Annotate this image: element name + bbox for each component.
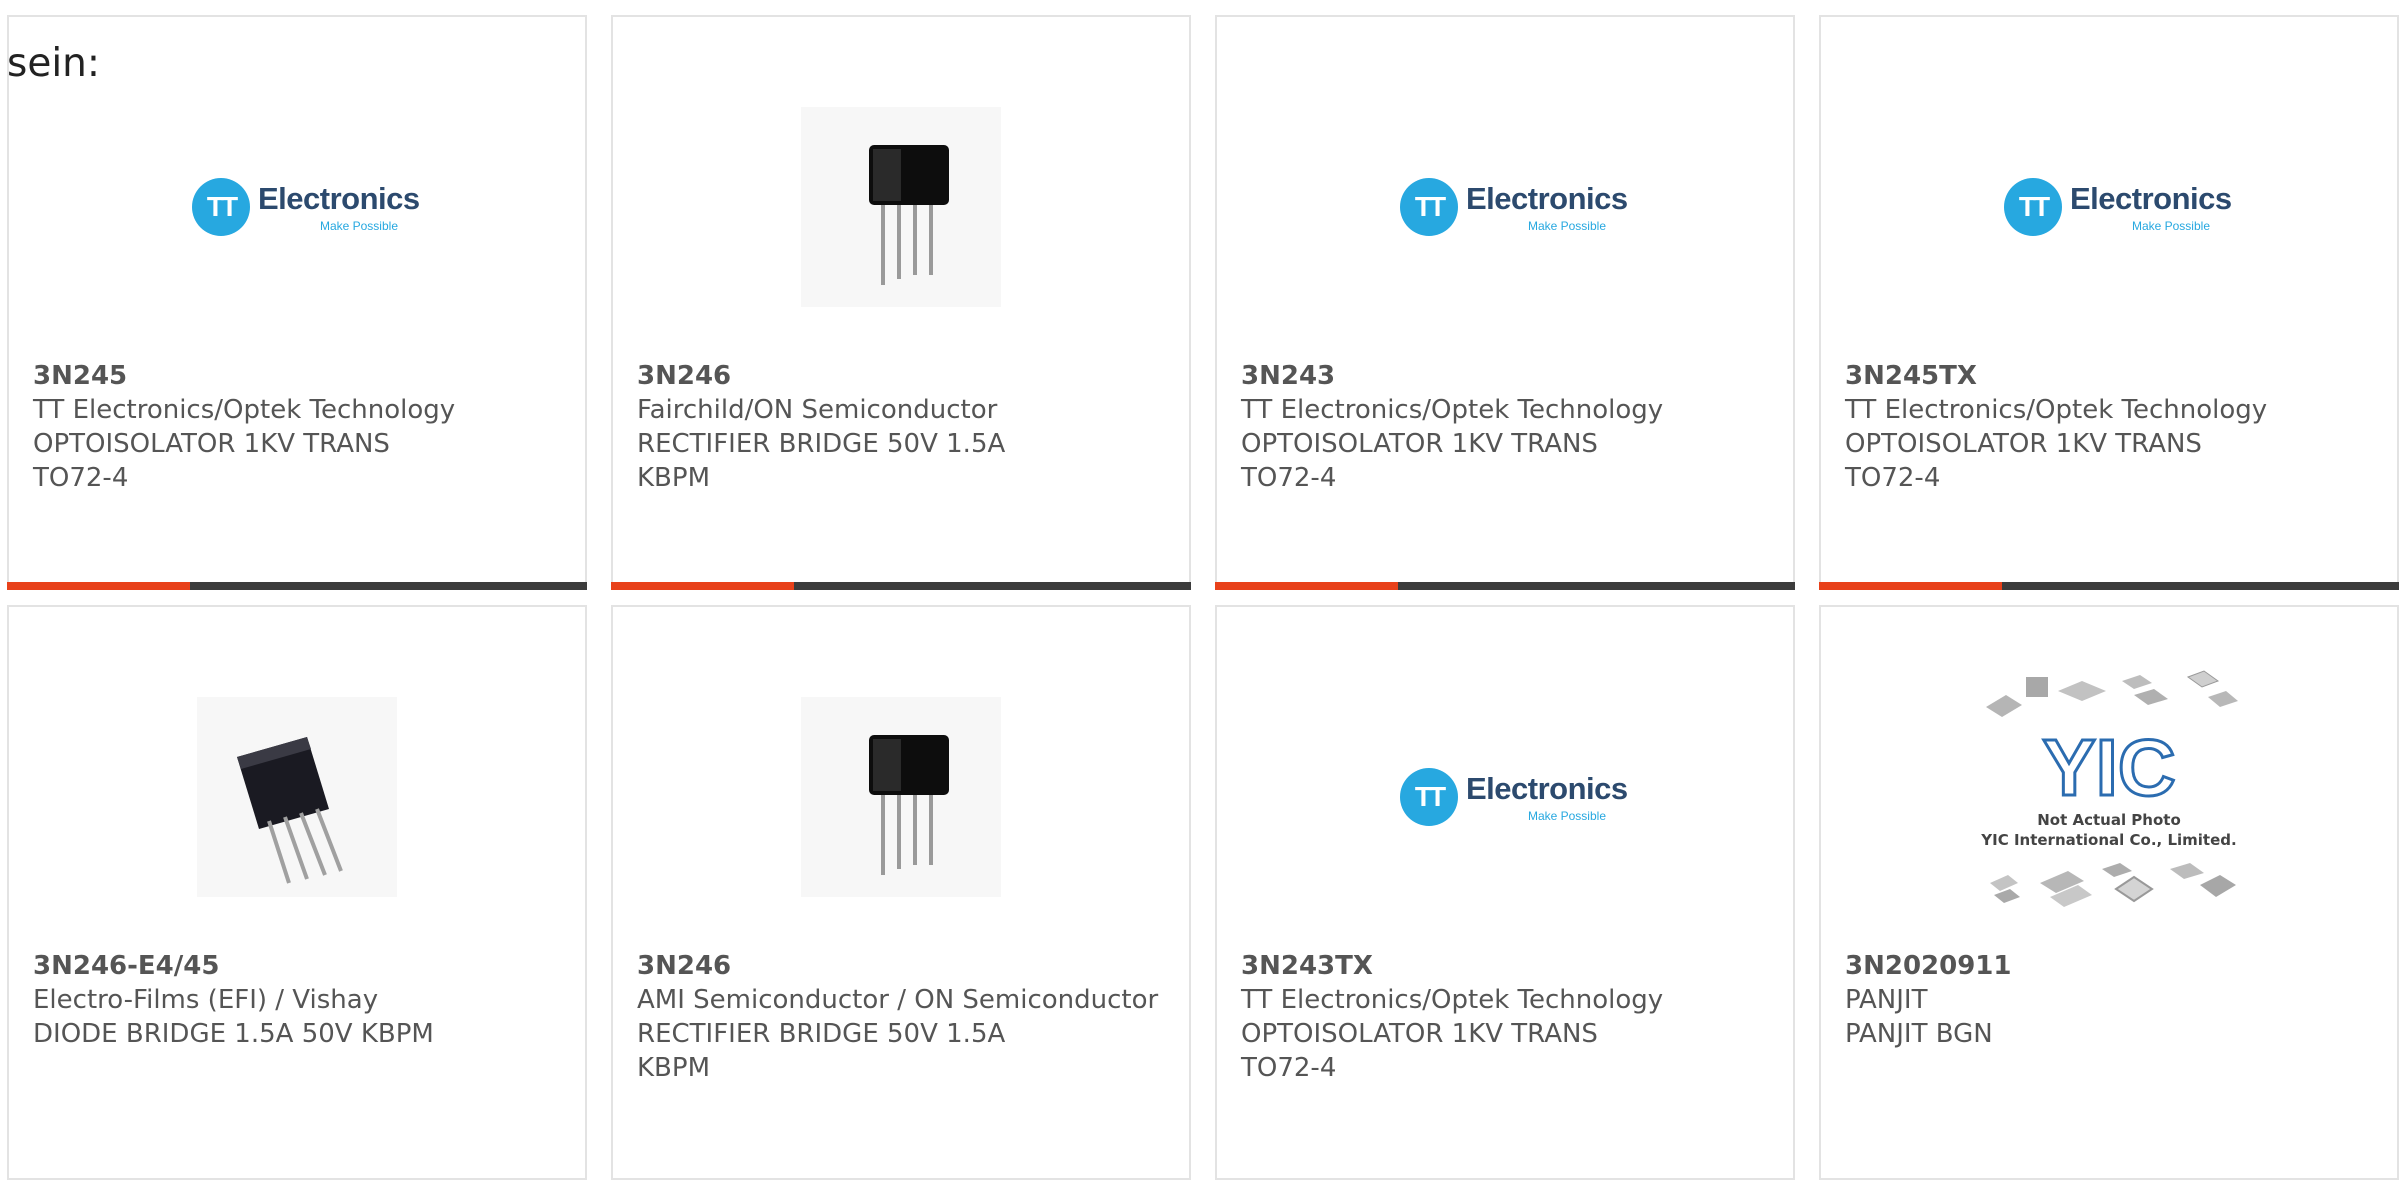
product-info: 3N243 TT Electronics/Optek Technology OP… — [1241, 359, 1769, 495]
manufacturer: TT Electronics/Optek Technology — [1241, 395, 1664, 425]
tt-logo-tagline: Make Possible — [319, 219, 398, 233]
tt-logo-tagline: Make Possible — [1527, 219, 1606, 233]
manufacturer: TT Electronics/Optek Technology — [1845, 395, 2268, 425]
description-line: RECTIFIER BRIDGE 50V 1.5A — [637, 429, 1006, 459]
description-line: DIODE BRIDGE 1.5A 50V KBPM — [33, 1019, 434, 1049]
diode-bridge-icon — [237, 737, 343, 884]
product-card[interactable]: TT Electronics Make Possible 3N245 TT El… — [7, 15, 587, 590]
card-accent-bar — [1819, 582, 2399, 590]
product-card[interactable]: 3N246 Fairchild/ON Semiconductor RECTIFI… — [611, 15, 1191, 590]
tt-logo-word: Electronics — [2070, 181, 2232, 216]
tt-logo-circle: TT — [192, 178, 250, 236]
product-image[interactable] — [613, 77, 1189, 337]
product-image[interactable] — [613, 667, 1189, 927]
tt-logo-word: Electronics — [1466, 771, 1628, 806]
tt-logo-tagline: Make Possible — [2131, 219, 2210, 233]
manufacturer: PANJIT — [1845, 985, 1928, 1015]
product-info: 3N246-E4/45 Electro-Films (EFI) / Vishay… — [33, 949, 561, 1051]
description-line: PANJIT BGN — [1845, 1019, 1993, 1049]
manufacturer: Fairchild/ON Semiconductor — [637, 395, 998, 425]
product-info: 3N243TX TT Electronics/Optek Technology … — [1241, 949, 1769, 1085]
card-accent-fill — [1215, 582, 1398, 590]
product-info: 3N246 Fairchild/ON Semiconductor RECTIFI… — [637, 359, 1165, 495]
part-number[interactable]: 3N243TX — [1241, 949, 1769, 983]
tt-electronics-logo: TT Electronics Make Possible — [192, 175, 420, 239]
product-info: 3N246 AMI Semiconductor / ON Semiconduct… — [637, 949, 1165, 1085]
product-card[interactable]: 3N246 AMI Semiconductor / ON Semiconduct… — [611, 605, 1191, 1180]
tt-electronics-logo: TT Electronics Make Possible — [1400, 765, 1628, 829]
tt-electronics-logo: TT Electronics Make Possible — [2004, 175, 2232, 239]
description-line: OPTOISOLATOR 1KV TRANS — [1845, 429, 2202, 459]
description-line: TO72-4 — [1845, 463, 1941, 493]
tt-logo-circle: TT — [1400, 178, 1458, 236]
tt-logo-word: Electronics — [1466, 181, 1628, 216]
description-line: TO72-4 — [1241, 463, 1337, 493]
yic-mark: YIC — [2042, 723, 2175, 812]
yic-line2: YIC International Co., Limited. — [1980, 831, 2236, 849]
description-line: KBPM — [637, 463, 710, 493]
card-accent-bar — [7, 582, 587, 590]
tt-logo-circle: TT — [2004, 178, 2062, 236]
part-number[interactable]: 3N246 — [637, 949, 1165, 983]
part-number[interactable]: 3N245TX — [1845, 359, 2373, 393]
product-card[interactable]: TT Electronics Make Possible 3N243 TT El… — [1215, 15, 1795, 590]
yic-not-actual-photo: YIC Not Actual Photo YIC International C… — [1974, 667, 2244, 927]
yic-line1: Not Actual Photo — [2037, 811, 2181, 829]
card-accent-bar — [611, 582, 1191, 590]
description-line: TO72-4 — [1241, 1053, 1337, 1083]
description-line: TO72-4 — [33, 463, 129, 493]
rectifier-bridge-icon — [869, 735, 949, 875]
part-number[interactable]: 3N243 — [1241, 359, 1769, 393]
part-number[interactable]: 3N246 — [637, 359, 1165, 393]
description-line: OPTOISOLATOR 1KV TRANS — [33, 429, 390, 459]
rectifier-bridge-photo — [801, 697, 1001, 897]
diode-bridge-photo — [197, 697, 397, 897]
tt-logo-word: Electronics — [258, 181, 420, 216]
manufacturer: AMI Semiconductor / ON Semiconductor — [637, 985, 1159, 1015]
product-info: 3N245TX TT Electronics/Optek Technology … — [1845, 359, 2373, 495]
part-number[interactable]: 3N246-E4/45 — [33, 949, 561, 983]
manufacturer: TT Electronics/Optek Technology — [1241, 985, 1664, 1015]
rectifier-bridge-photo — [801, 107, 1001, 307]
intro-text: sein: — [7, 41, 101, 86]
product-grid: TT Electronics Make Possible 3N245 TT El… — [7, 15, 2400, 1180]
product-card[interactable]: TT Electronics Make Possible 3N243TX TT … — [1215, 605, 1795, 1180]
manufacturer: Electro-Films (EFI) / Vishay — [33, 985, 379, 1015]
product-image[interactable]: TT Electronics Make Possible — [1821, 77, 2397, 337]
part-number[interactable]: 3N2020911 — [1845, 949, 2373, 983]
product-card[interactable]: 3N246-E4/45 Electro-Films (EFI) / Vishay… — [7, 605, 587, 1180]
product-card[interactable]: YIC Not Actual Photo YIC International C… — [1819, 605, 2399, 1180]
product-image[interactable] — [9, 667, 585, 927]
tt-electronics-logo: TT Electronics Make Possible — [1400, 175, 1628, 239]
yic-placeholder-icon: YIC Not Actual Photo YIC International C… — [1980, 670, 2238, 907]
card-accent-fill — [611, 582, 794, 590]
card-accent-fill — [1819, 582, 2002, 590]
product-image[interactable]: TT Electronics Make Possible — [9, 77, 585, 337]
description-line: OPTOISOLATOR 1KV TRANS — [1241, 429, 1598, 459]
card-accent-bar — [1215, 582, 1795, 590]
description-line: KBPM — [637, 1053, 710, 1083]
manufacturer: TT Electronics/Optek Technology — [33, 395, 456, 425]
tt-logo-circle: TT — [1400, 768, 1458, 826]
product-info: 3N2020911 PANJIT PANJIT BGN — [1845, 949, 2373, 1051]
description-line: OPTOISOLATOR 1KV TRANS — [1241, 1019, 1598, 1049]
card-accent-fill — [7, 582, 190, 590]
rectifier-bridge-icon — [869, 145, 949, 285]
product-image[interactable]: TT Electronics Make Possible — [1217, 667, 1793, 927]
description-line: RECTIFIER BRIDGE 50V 1.5A — [637, 1019, 1006, 1049]
tt-logo-tagline: Make Possible — [1527, 809, 1606, 823]
product-card[interactable]: TT Electronics Make Possible 3N245TX TT … — [1819, 15, 2399, 590]
product-image[interactable]: YIC Not Actual Photo YIC International C… — [1821, 667, 2397, 927]
product-info: 3N245 TT Electronics/Optek Technology OP… — [33, 359, 561, 495]
part-number[interactable]: 3N245 — [33, 359, 561, 393]
product-image[interactable]: TT Electronics Make Possible — [1217, 77, 1793, 337]
